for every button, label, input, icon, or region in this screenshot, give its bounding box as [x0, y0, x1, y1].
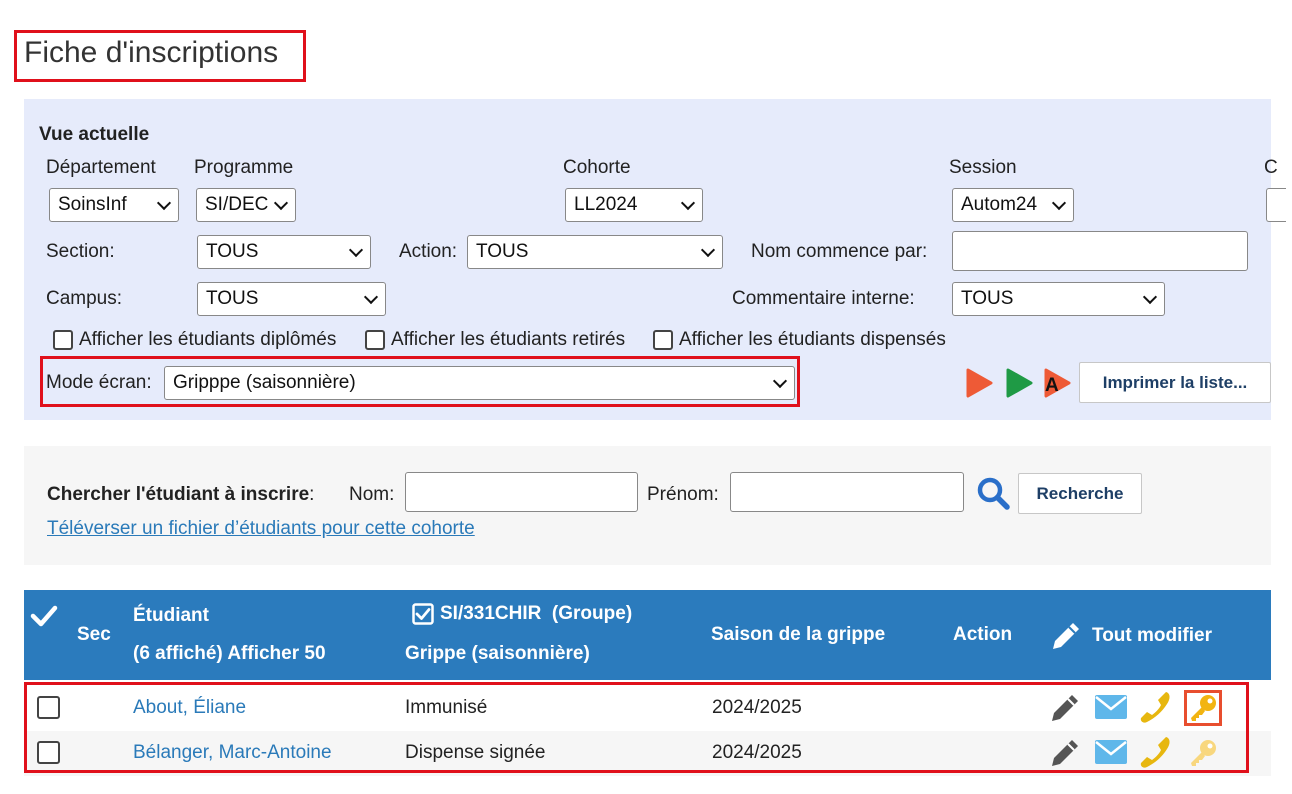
checkbox-box[interactable] — [653, 330, 673, 350]
chevron-down-icon — [680, 195, 696, 211]
header-saison[interactable]: Saison de la grippe — [711, 624, 885, 646]
header-sec[interactable]: Sec — [77, 624, 111, 646]
campus-label: Campus: — [46, 288, 123, 309]
table-header: Sec Étudiant (6 affiché) Afficher 50 SI/… — [24, 590, 1271, 680]
nom-commence-label: Nom commence par: — [751, 241, 928, 262]
header-course-sub: Grippe (saisonnière) — [405, 643, 590, 664]
checkbox-diplomes[interactable]: Afficher les étudiants diplômés — [53, 329, 336, 351]
checkbox-box[interactable] — [365, 330, 385, 350]
campus-select[interactable]: TOUS — [197, 282, 386, 316]
chevron-down-icon — [273, 195, 289, 211]
search-panel: Chercher l'étudiant à inscrire: Nom: Pré… — [24, 446, 1271, 565]
section-value: TOUS — [206, 241, 259, 262]
upload-link[interactable]: Téléverser un fichier d’étudiants pour c… — [47, 518, 475, 540]
chevron-down-icon — [363, 289, 379, 305]
departement-select[interactable]: SoinsInf — [49, 188, 179, 222]
chevron-down-icon — [700, 242, 716, 258]
checkbox-retires[interactable]: Afficher les étudiants retirés — [365, 329, 625, 351]
checkbox-diplomes-label: Afficher les étudiants diplômés — [79, 329, 337, 350]
chevron-down-icon — [1051, 195, 1067, 211]
view-heading: Vue actuelle — [39, 124, 150, 145]
checkmark-icon[interactable] — [30, 604, 58, 628]
programme-select[interactable]: SI/DEC — [196, 188, 296, 222]
checkbox-retires-label: Afficher les étudiants retirés — [391, 329, 626, 350]
programme-label: Programme — [194, 157, 294, 178]
search-icon[interactable] — [976, 476, 1010, 510]
chevron-down-icon — [156, 195, 172, 211]
header-course-label: SI/331CHIR (Groupe) — [440, 603, 633, 624]
play-red-icon[interactable] — [964, 367, 994, 399]
section-label: Section: — [46, 241, 115, 262]
tout-modifier-button[interactable]: Tout modifier — [1050, 620, 1212, 652]
commentaire-select[interactable]: TOUS — [952, 282, 1165, 316]
header-etudiant[interactable]: Étudiant — [133, 605, 209, 627]
checkbox-box[interactable] — [53, 330, 73, 350]
tout-modifier-label: Tout modifier — [1092, 625, 1212, 646]
header-course[interactable]: SI/331CHIR (Groupe) — [412, 603, 632, 625]
play-a-icon[interactable]: A — [1042, 367, 1072, 399]
search-label: Chercher l'étudiant à inscrire: — [47, 484, 314, 506]
nom-input[interactable] — [405, 472, 638, 512]
title-highlight — [14, 30, 306, 82]
checkbox-checked-icon[interactable] — [412, 603, 434, 625]
session-value: Autom24 — [961, 194, 1038, 215]
action-value: TOUS — [476, 241, 529, 262]
action-select[interactable]: TOUS — [467, 235, 723, 269]
checkbox-dispenses[interactable]: Afficher les étudiants dispensés — [653, 329, 946, 351]
prenom-label: Prénom: — [647, 484, 719, 505]
action-label: Action: — [399, 241, 458, 262]
recherche-button[interactable]: Recherche — [1018, 473, 1142, 514]
cut-off-label: C — [1264, 157, 1278, 178]
svg-text:A: A — [1045, 375, 1059, 396]
departement-value: SoinsInf — [58, 194, 127, 215]
cohorte-label: Cohorte — [563, 157, 631, 178]
mode-ecran-highlight — [40, 356, 800, 407]
programme-value: SI/DEC — [205, 194, 269, 215]
cut-off-select[interactable] — [1266, 188, 1286, 222]
nom-commence-input[interactable] — [952, 231, 1248, 271]
section-select[interactable]: TOUS — [197, 235, 371, 269]
play-green-icon[interactable] — [1004, 367, 1034, 399]
header-etudiant-sub[interactable]: (6 affiché) Afficher 50 — [133, 643, 326, 665]
header-action[interactable]: Action — [953, 624, 1012, 646]
search-label-colon: : — [309, 484, 315, 505]
pencil-icon — [1053, 623, 1079, 649]
checkbox-dispenses-label: Afficher les étudiants dispensés — [679, 329, 946, 350]
session-select[interactable]: Autom24 — [952, 188, 1074, 222]
nom-label: Nom: — [349, 484, 395, 505]
cohorte-value: LL2024 — [574, 194, 638, 215]
session-label: Session — [949, 157, 1017, 178]
search-label-text: Chercher l'étudiant à inscrire — [47, 484, 310, 505]
commentaire-value: TOUS — [961, 288, 1014, 309]
commentaire-label: Commentaire interne: — [732, 288, 915, 309]
prenom-input[interactable] — [730, 472, 964, 512]
rows-highlight — [24, 682, 1249, 773]
chevron-down-icon — [348, 242, 364, 258]
campus-value: TOUS — [206, 288, 259, 309]
print-list-button[interactable]: Imprimer la liste... — [1079, 362, 1271, 403]
departement-label: Département — [46, 157, 156, 178]
chevron-down-icon — [1142, 289, 1158, 305]
cohorte-select[interactable]: LL2024 — [565, 188, 703, 222]
